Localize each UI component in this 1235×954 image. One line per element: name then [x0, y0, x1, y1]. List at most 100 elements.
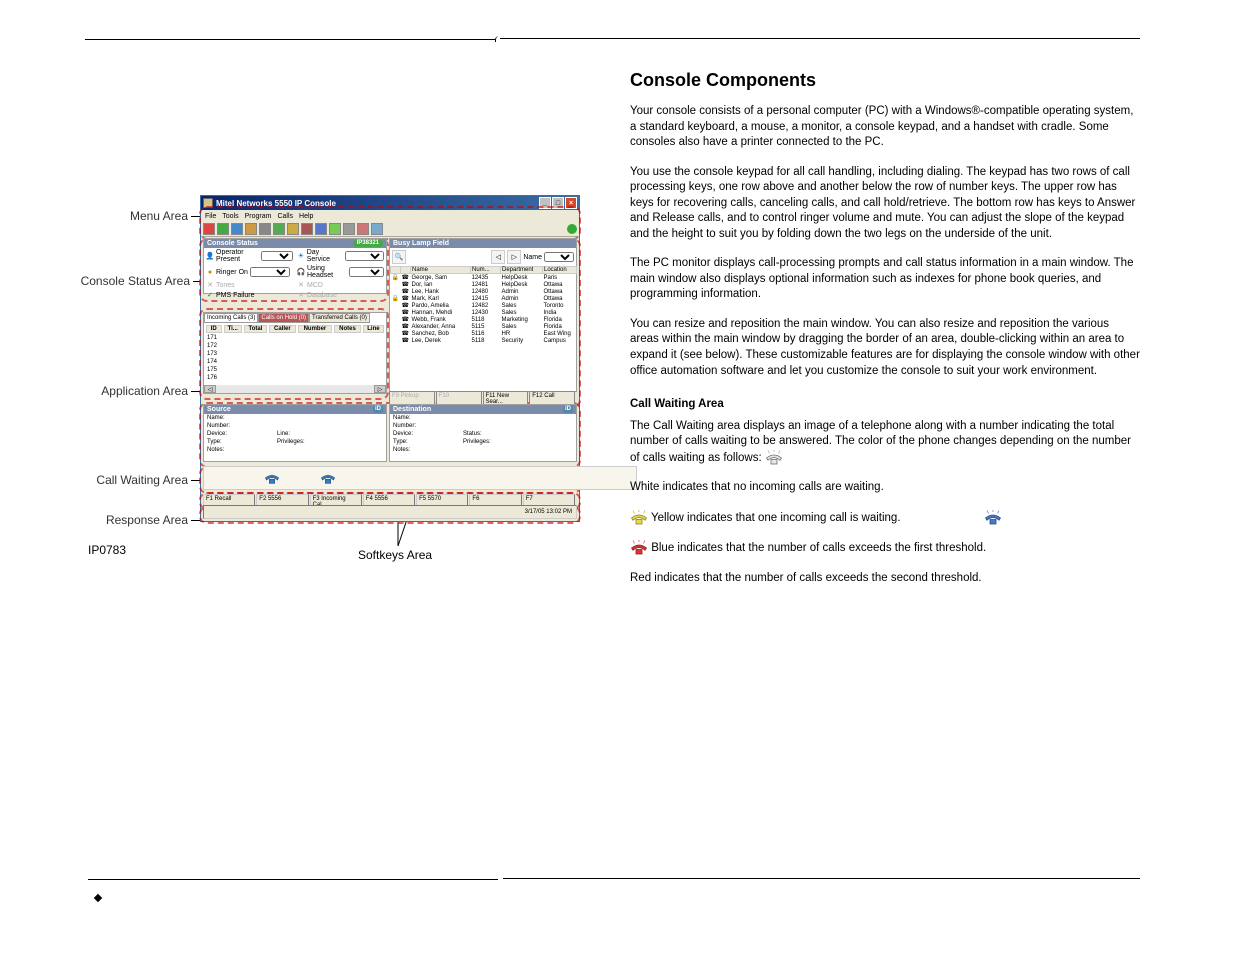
annot-softkeys: Softkeys Area: [358, 548, 432, 562]
cwa-b2a: Yellow: [651, 512, 684, 524]
cwa-b1b: indicates that no incoming calls are wai…: [659, 481, 883, 493]
info-badge-icon[interactable]: iD: [563, 406, 573, 413]
blf-col-5[interactable]: Location: [543, 267, 577, 274]
dest-priv-label: Privileges:: [463, 439, 491, 445]
cwa-b4a: Red: [630, 572, 651, 584]
status-database: Database: [307, 292, 337, 299]
annot-callwaiting: Call Waiting Area: [88, 473, 188, 487]
info-badge-icon[interactable]: iD: [373, 406, 383, 413]
blf-search-label: Name: [523, 254, 542, 261]
table-row[interactable]: ☎Lee, Derek5118SecurityCampus: [391, 337, 577, 344]
table-row[interactable]: ☎Lee, Hank12480AdminOttawa: [391, 288, 577, 295]
inc-col-4[interactable]: Number: [298, 325, 332, 333]
status-tones: Tones: [216, 282, 235, 289]
inc-col-1[interactable]: Ti...: [224, 325, 242, 333]
inc-col-2[interactable]: Total: [244, 325, 267, 333]
table-row[interactable]: ☎Webb, Frank5118MarketingFlorida: [391, 316, 577, 323]
incoming-panel: Incoming Calls (3) Calls on Hold (0) Tra…: [203, 312, 387, 394]
console-status-panel: Console Status IP38321 👤Operator Present…: [203, 238, 387, 294]
blf-col-2[interactable]: Name: [411, 267, 471, 274]
table-row[interactable]: ☎Alexander, Anna5115SalesFlorida: [391, 323, 577, 330]
cwa-b1a: White: [630, 481, 659, 493]
blf-panel: Busy Lamp Field 🔍 ◁ ▷ Name Name Num... D…: [389, 238, 577, 392]
phone-white-icon: [765, 450, 783, 466]
table-row[interactable]: ☎Dor, Ian12481HelpDeskOttawa: [391, 281, 577, 288]
status-operator-present: Operator Present: [216, 249, 259, 263]
status-headset-select[interactable]: [349, 267, 384, 277]
body-p2: You use the console keypad for all call …: [630, 165, 1140, 243]
table-row[interactable]: 173: [206, 351, 384, 357]
cwa-b3a: Blue: [651, 542, 674, 554]
table-row[interactable]: 171: [206, 335, 384, 341]
table-row[interactable]: 🔒☎George, Sam12435HelpDeskParis: [391, 274, 577, 282]
table-row[interactable]: ☎Hannan, Mehdi12430SalesIndia: [391, 309, 577, 316]
status-pms-failure: PMS Failure: [216, 292, 255, 299]
dest-notes-label: Notes:: [393, 447, 433, 453]
search-icon[interactable]: 🔍: [392, 250, 406, 264]
console-status-header: Console Status: [207, 240, 258, 247]
ip-label: IP0783: [88, 543, 126, 557]
inc-col-3[interactable]: Caller: [269, 325, 296, 333]
footer: [88, 878, 1140, 910]
status-headset: Using Headset: [307, 265, 347, 279]
status-day-select[interactable]: [345, 251, 384, 261]
tab-transferred[interactable]: Transferred Calls (0): [309, 313, 370, 323]
status-day-service: Day Service: [307, 249, 344, 263]
dest-type-label: Type:: [393, 439, 433, 445]
annot-console-status: Console Status Area: [70, 274, 190, 288]
blf-col-0[interactable]: [391, 267, 401, 274]
src-name-label: Name:: [207, 415, 247, 421]
phone-waiting-icon: [320, 471, 336, 485]
src-notes-label: Notes:: [207, 447, 247, 453]
cwa-heading: Call Waiting Area: [630, 397, 1140, 413]
cwa-b2b: indicates that one incoming call is wait…: [684, 512, 901, 524]
annot-menu: Menu Area: [88, 209, 188, 223]
blf-nav-prev-icon[interactable]: ◁: [491, 250, 505, 264]
blf-search-select[interactable]: [544, 252, 574, 262]
table-row[interactable]: 175: [206, 367, 384, 373]
inc-col-5[interactable]: Notes: [334, 325, 361, 333]
blf-col-4[interactable]: Department: [501, 267, 543, 274]
destination-panel: DestinationiD Name: Number: Device:Statu…: [389, 404, 577, 462]
tab-incoming[interactable]: Incoming Calls (3): [204, 313, 258, 323]
blf-col-3[interactable]: Num...: [471, 267, 501, 274]
scroll-left-icon[interactable]: ◁: [204, 385, 216, 393]
phone-yellow-icon: [630, 510, 648, 526]
cwa-p: The Call Waiting area displays an image …: [630, 420, 1131, 464]
table-row[interactable]: 🔒☎Mark, Karl12415AdminOttawa: [391, 295, 577, 302]
table-row[interactable]: 176: [206, 375, 384, 381]
src-type-label: Type:: [207, 439, 247, 445]
phone-blue-icon: [984, 510, 1002, 526]
tab-hold[interactable]: Calls on Hold (0): [258, 313, 309, 323]
annot-application: Application Area: [88, 384, 188, 398]
table-row[interactable]: ☎Sanchez, Bob5116HREast Wing: [391, 330, 577, 337]
page-title: Console Components: [630, 68, 1140, 92]
dest-header: Destination: [393, 406, 431, 413]
dest-number-label: Number:: [393, 423, 433, 429]
status-ringer-select[interactable]: [250, 267, 290, 277]
table-row[interactable]: ☎Pardo, Amelia12482SalesToronto: [391, 302, 577, 309]
dest-status-label: Status:: [463, 431, 482, 437]
incoming-table: ID Ti... Total Caller Number Notes Line …: [204, 323, 386, 383]
dest-device-label: Device:: [393, 431, 433, 437]
body-text: Console Components Your console consists…: [630, 68, 1140, 600]
status-operator-select[interactable]: [261, 251, 293, 261]
status-ringer-on: Ringer On: [216, 269, 248, 276]
scroll-right-icon[interactable]: ▷: [374, 385, 386, 393]
cwa-b3b: indicates that the number of calls excee…: [674, 542, 986, 554]
page-number: [92, 892, 104, 904]
blf-table: Name Num... Department Location 🔒☎George…: [390, 266, 577, 344]
body-p3: The PC monitor displays call-processing …: [630, 256, 1140, 303]
app-window: Mitel Networks 5550 IP Console _ □ × Fil…: [200, 195, 580, 522]
call-waiting-bar: [203, 466, 637, 490]
blf-nav-next-icon[interactable]: ▷: [507, 250, 521, 264]
table-row[interactable]: 172: [206, 343, 384, 349]
phone-waiting-icon: [264, 471, 280, 485]
phone-red-icon: [630, 540, 648, 556]
inc-col-0[interactable]: ID: [206, 325, 222, 333]
src-device-label: Device:: [207, 431, 247, 437]
blf-col-1[interactable]: [401, 267, 411, 274]
inc-col-6[interactable]: Line: [363, 325, 384, 333]
table-row[interactable]: 174: [206, 359, 384, 365]
cwa-b4b: indicates that the number of calls excee…: [651, 572, 982, 584]
